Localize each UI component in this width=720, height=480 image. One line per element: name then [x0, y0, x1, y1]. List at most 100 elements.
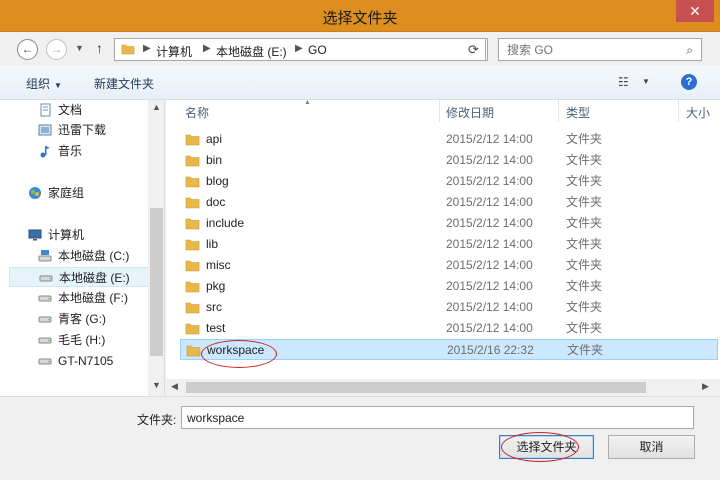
column-divider[interactable]	[678, 100, 679, 122]
file-row[interactable]: api 2015/2/12 14:00 文件夹	[180, 129, 718, 150]
chevron-down-icon: ▼	[54, 81, 62, 90]
back-button[interactable]: ←	[17, 39, 38, 60]
scrollbar-thumb[interactable]	[150, 208, 163, 356]
refresh-button[interactable]: ⟳	[462, 38, 486, 61]
scroll-down-icon[interactable]: ▼	[148, 380, 164, 390]
drive-icon	[38, 316, 52, 323]
file-row[interactable]: doc 2015/2/12 14:00 文件夹	[180, 192, 718, 213]
folder-icon	[185, 302, 200, 314]
breadcrumb-chevron-icon[interactable]: ▶	[295, 43, 303, 54]
file-modified-date: 2015/2/12 14:00	[446, 258, 533, 272]
document-icon	[40, 103, 51, 117]
file-row[interactable]: bin 2015/2/12 14:00 文件夹	[180, 150, 718, 171]
scroll-up-icon[interactable]: ▲	[148, 102, 164, 112]
file-type: 文件夹	[566, 216, 603, 230]
nav-item-drive-h[interactable]: 毛毛 (H:)	[8, 330, 148, 350]
search-input[interactable]	[507, 42, 677, 58]
file-name: lib	[206, 237, 219, 251]
folder-icon	[185, 176, 200, 188]
breadcrumb-go[interactable]: GO	[308, 43, 327, 57]
column-header-date[interactable]: 修改日期	[446, 104, 494, 121]
chevron-down-icon[interactable]: ▼	[642, 77, 650, 86]
horizontal-scrollbar[interactable]: ◀ ▶	[166, 379, 720, 396]
breadcrumb-drive-e[interactable]: 本地磁盘 (E:)	[216, 43, 287, 60]
forward-button[interactable]: →	[46, 39, 67, 60]
file-modified-date: 2015/2/12 14:00	[446, 321, 533, 335]
file-row[interactable]: include 2015/2/12 14:00 文件夹	[180, 213, 718, 234]
column-header-size[interactable]: 大小	[686, 104, 710, 121]
new-folder-button[interactable]: 新建文件夹	[94, 75, 154, 92]
file-row[interactable]: lib 2015/2/12 14:00 文件夹	[180, 234, 718, 255]
nav-label: 本地磁盘 (E:)	[59, 271, 130, 285]
nav-label: 毛毛 (H:)	[58, 333, 106, 347]
file-type: 文件夹	[566, 258, 603, 272]
column-divider[interactable]	[558, 100, 559, 122]
up-one-level-button[interactable]: ↑	[96, 40, 103, 56]
recent-locations-dropdown-icon[interactable]: ▼	[75, 43, 84, 53]
view-options-icon[interactable]: ☷	[618, 75, 629, 89]
nav-item-drive-c[interactable]: 本地磁盘 (C:)	[8, 246, 148, 266]
nav-item-xunlei-downloads[interactable]: 迅雷下载	[8, 120, 148, 140]
file-row[interactable]: test 2015/2/12 14:00 文件夹	[180, 318, 718, 339]
file-type: 文件夹	[566, 132, 603, 146]
column-header-name[interactable]: 名称	[185, 104, 209, 121]
breadcrumb-chevron-icon[interactable]: ▶	[203, 43, 211, 54]
folder-icon	[185, 218, 200, 230]
folder-icon	[185, 281, 200, 293]
file-modified-date: 2015/2/12 14:00	[446, 237, 533, 251]
file-modified-date: 2015/2/12 14:00	[446, 279, 533, 293]
folder-icon	[185, 239, 200, 251]
nav-label: 音乐	[58, 144, 83, 158]
file-modified-date: 2015/2/12 14:00	[446, 174, 533, 188]
file-row[interactable]: pkg 2015/2/12 14:00 文件夹	[180, 276, 718, 297]
nav-item-gt-n7105[interactable]: GT-N7105	[8, 351, 148, 371]
scrollbar-thumb[interactable]	[186, 382, 646, 393]
column-header-type[interactable]: 类型	[566, 104, 590, 121]
music-icon	[40, 146, 50, 158]
nav-item-drive-f[interactable]: 本地磁盘 (F:)	[8, 288, 148, 308]
dialog-footer: 文件夹: 选择文件夹 取消	[0, 396, 720, 480]
select-folder-button[interactable]: 选择文件夹	[499, 435, 594, 459]
file-modified-date: 2015/2/12 14:00	[446, 132, 533, 146]
cancel-button[interactable]: 取消	[608, 435, 695, 459]
folder-field-label: 文件夹:	[137, 413, 177, 427]
nav-item-homegroup[interactable]: 家庭组	[8, 183, 148, 203]
nav-label: GT-N7105	[58, 354, 114, 368]
organize-menu[interactable]: 组织 ▼	[26, 75, 62, 92]
file-row[interactable]: misc 2015/2/12 14:00 文件夹	[180, 255, 718, 276]
nav-item-music[interactable]: 音乐	[8, 141, 148, 161]
system-drive-icon	[38, 250, 52, 262]
nav-label: 迅雷下载	[58, 123, 107, 137]
nav-label: 本地磁盘 (F:)	[58, 291, 128, 305]
folder-name-input[interactable]	[181, 406, 694, 429]
file-row[interactable]: workspace 2015/2/16 22:32 文件夹	[180, 339, 718, 360]
breadcrumb-chevron-icon[interactable]: ▶	[143, 43, 151, 54]
folder-icon	[185, 260, 200, 272]
column-divider[interactable]	[439, 100, 440, 122]
file-name: bin	[206, 153, 223, 167]
file-name: workspace	[207, 343, 265, 357]
breadcrumb-computer[interactable]: 计算机	[156, 43, 192, 60]
computer-icon	[28, 229, 42, 241]
nav-item-computer[interactable]: 计算机	[8, 225, 148, 245]
file-type: 文件夹	[566, 195, 603, 209]
folder-icon	[185, 323, 200, 335]
file-row[interactable]: src 2015/2/12 14:00 文件夹	[180, 297, 718, 318]
file-list[interactable]: 名称 ▲ 修改日期 类型 大小 api 2015/2/12 14:00 文件夹 bin…	[166, 100, 720, 396]
search-box[interactable]: ⌕	[498, 38, 702, 61]
help-icon[interactable]: ?	[681, 74, 697, 90]
nav-item-drive-e[interactable]: 本地磁盘 (E:)	[9, 267, 149, 287]
file-row[interactable]: blog 2015/2/12 14:00 文件夹	[180, 171, 718, 192]
command-bar: 组织 ▼ 新建文件夹 ☷ ▼ ?	[0, 66, 720, 100]
file-name: src	[206, 300, 222, 314]
nav-item-documents[interactable]: 文档	[8, 100, 148, 120]
address-bar[interactable]: ▶ 计算机 ▶ 本地磁盘 (E:) ▶ GO ▼	[114, 38, 564, 61]
search-icon[interactable]: ⌕	[686, 43, 693, 58]
navigation-pane[interactable]: 文档 迅雷下载 音乐 家庭组 计算机 本地磁盘 (C:) 本地磁盘 (E:) 本…	[0, 100, 165, 396]
close-button[interactable]: ✕	[676, 0, 714, 22]
nav-item-drive-g[interactable]: 青客 (G:)	[8, 309, 148, 329]
file-type: 文件夹	[567, 343, 604, 357]
scroll-left-icon[interactable]: ◀	[171, 381, 178, 392]
nav-vertical-scrollbar[interactable]: ▲ ▼	[148, 100, 164, 396]
scroll-right-icon[interactable]: ▶	[702, 381, 709, 392]
